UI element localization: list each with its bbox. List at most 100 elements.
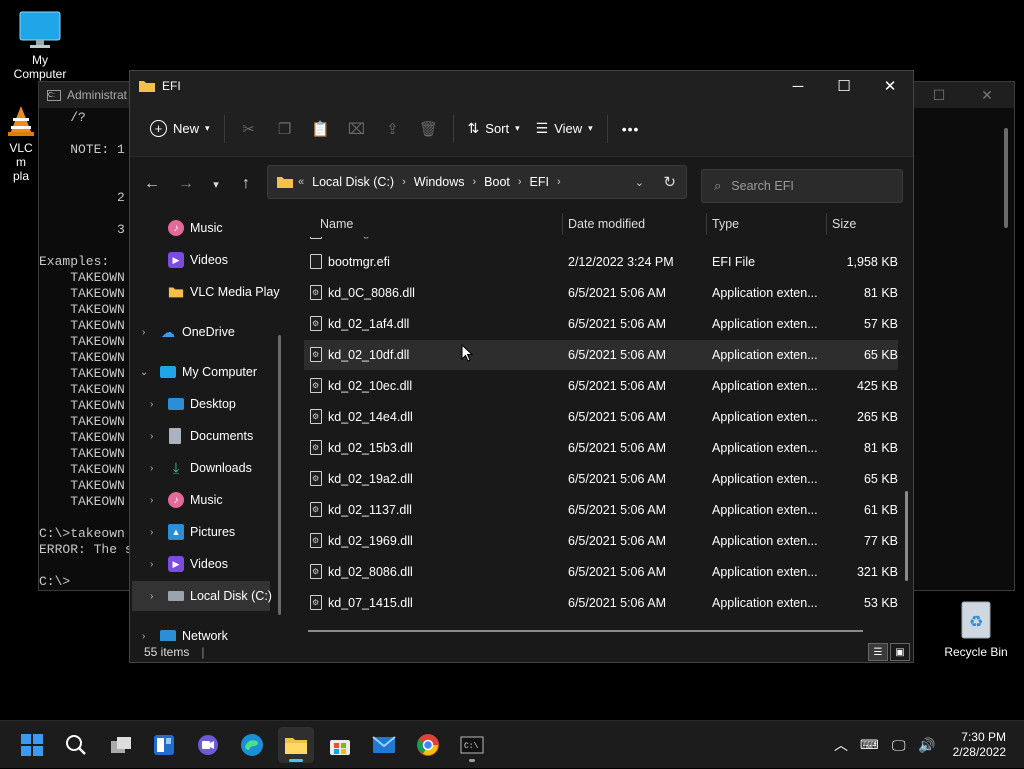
explorer-titlebar[interactable]: EFI ─ ☐ ✕ [130,71,913,101]
back-button[interactable]: ← [138,171,166,197]
copy-button[interactable]: ❐ [267,111,303,147]
task-view-button[interactable] [103,727,139,763]
paste-button[interactable]: 📋 [303,111,339,147]
breadcrumb-windows[interactable]: Windows [414,175,465,189]
refresh-icon[interactable]: ↻ [663,173,676,191]
nav-item-my-computer[interactable]: ⌄ My Computer [130,357,282,387]
chevron-down-icon[interactable]: ⌄ [140,367,148,378]
start-button[interactable] [14,727,50,763]
console-scrollbar[interactable] [1004,128,1008,228]
view-button[interactable]: ☰ View ▾ [528,111,601,147]
chat-button[interactable] [190,727,226,763]
vertical-scrollbar[interactable] [905,491,908,581]
keyboard-button[interactable]: ⌨ [860,721,879,769]
table-row[interactable]: kd_02_1137.dll 6/5/2021 5:06 AM Applicatio… [304,495,898,525]
share-button[interactable]: ⇪ [375,111,411,147]
nav-item-vlc[interactable]: VLC Media Play [130,277,282,307]
address-dropdown-icon[interactable]: ⌄ [635,176,644,189]
table-row[interactable]: kd_02_1af4.dll 6/5/2021 5:06 AM Applicatio… [304,309,898,339]
widgets-button[interactable] [146,727,182,763]
chevron-right-icon[interactable]: › [150,559,153,570]
horizontal-scrollbar[interactable] [308,630,863,632]
volume-button[interactable]: 🔊 [918,721,935,769]
desktop-icon-recycle-bin[interactable]: ♻ Recycle Bin [940,598,1012,659]
rename-button[interactable]: ⌧ [339,111,375,147]
chevron-right-icon[interactable]: › [402,176,406,188]
store-button[interactable] [322,727,358,763]
file-list[interactable]: ⌃ Name Date modified Type Size bootmgfw.… [290,211,913,641]
minimize-button[interactable]: ─ [775,71,821,101]
chevron-right-icon[interactable]: › [150,527,153,538]
nav-item-music[interactable]: ♪ Music [130,213,282,243]
chevron-right-icon[interactable]: › [150,591,153,602]
network-button[interactable]: 🖵 [892,721,906,769]
new-button[interactable]: + New ▾ [142,111,218,147]
table-row[interactable]: kd_02_1969.dll 6/5/2021 5:06 AM Applicatio… [304,526,898,556]
see-more-button[interactable]: ••• [614,111,648,147]
nav-item-network[interactable]: › Network [130,621,282,641]
nav-item-onedrive[interactable]: › ☁ OneDrive [130,317,282,347]
breadcrumb-local-disk[interactable]: Local Disk (C:) [312,175,394,189]
chrome-button[interactable] [410,727,446,763]
breadcrumb-boot[interactable]: Boot [484,175,510,189]
chevron-right-icon[interactable]: › [150,431,153,442]
column-header-name[interactable]: Name [320,217,353,231]
nav-item-videos[interactable]: ▶ Videos [130,245,282,275]
column-header-type[interactable]: Type [712,217,739,231]
table-row[interactable]: kd_02_8086.dll 6/5/2021 5:06 AM Applicatio… [304,557,898,587]
nav-item-pictures[interactable]: › ▲ Pictures [130,517,282,547]
up-button[interactable]: ↑ [232,171,260,197]
chevron-right-icon[interactable]: › [472,176,476,188]
nav-item-desktop[interactable]: › Desktop [130,389,282,419]
maximize-button[interactable]: ☐ [916,82,962,108]
table-row[interactable]: kd_07_1415.dll 6/5/2021 5:06 AM Applicatio… [304,588,898,618]
tiles-view-button[interactable]: ▣ [890,643,910,661]
table-row[interactable]: kd_02_10ec.dll 6/5/2021 5:06 AM Applicatio… [304,371,898,401]
nav-item-videos[interactable]: › ▶ Videos [130,549,282,579]
edge-button[interactable] [234,727,270,763]
mail-button[interactable] [366,727,402,763]
file-explorer-button[interactable] [278,727,314,763]
breadcrumb-efi[interactable]: EFI [530,175,549,189]
chevron-right-icon[interactable]: › [150,463,153,474]
clock[interactable]: 7:30 PM 2/28/2022 [953,730,1006,760]
nav-item-documents[interactable]: › Documents [130,421,282,451]
table-row[interactable]: kd_02_10df.dll 6/5/2021 5:06 AM Applicatio… [304,340,898,370]
forward-button[interactable]: → [172,171,200,197]
table-row[interactable]: kd_02_14e4.dll 6/5/2021 5:06 AM Applicatio… [304,402,898,432]
cut-button[interactable]: ✂ [231,111,267,147]
chevron-right-icon[interactable]: › [557,176,561,188]
search-button[interactable] [58,727,94,763]
desktop-icon-vlc[interactable]: VLC m pla [4,104,38,183]
table-row[interactable]: bootmgfw.efi [304,237,898,247]
chevron-right-icon[interactable]: › [142,631,145,642]
table-row[interactable]: bootmgr.efi 2/12/2022 3:24 PM EFI File 1,95… [304,247,898,277]
table-row[interactable]: kd_0C_8086.dll 6/5/2021 5:06 AM Applicatio… [304,278,898,308]
column-divider[interactable] [562,213,563,235]
sort-button[interactable]: ⇅ Sort ▾ [460,111,528,147]
nav-item-music[interactable]: › ♪ Music [130,485,282,515]
search-box[interactable]: ⌕ Search EFI [701,169,903,203]
chevron-right-icon[interactable]: › [518,176,522,188]
column-divider[interactable] [826,213,827,235]
close-button[interactable]: ✕ [867,71,913,101]
desktop-icon-my-computer[interactable]: My Computer [4,10,76,81]
chevron-right-icon[interactable]: › [150,399,153,410]
nav-pane-scrollbar[interactable] [278,335,281,615]
column-divider[interactable] [706,213,707,235]
navigation-pane[interactable]: ♪ Music ▶ Videos VLC Media Play › ☁ OneD… [130,211,282,641]
close-button[interactable]: ✕ [964,82,1010,108]
terminal-button[interactable]: C:\ [454,727,490,763]
file-explorer-window[interactable]: EFI ─ ☐ ✕ + New ▾ ✂ ❐ 📋 ⌧ ⇪ 🗑 ⇅ Sort ▾ ☰… [129,70,914,663]
column-header-date[interactable]: Date modified [568,217,645,231]
tray-overflow-button[interactable]: ︿ [834,721,848,769]
delete-button[interactable]: 🗑 [411,111,447,147]
breadcrumb-overflow[interactable]: « [298,176,304,188]
table-row[interactable]: kd_02_15b3.dll 6/5/2021 5:06 AM Applicatio… [304,433,898,463]
address-bar[interactable]: « Local Disk (C:) › Windows › Boot › EFI… [267,165,687,199]
table-row[interactable]: kd_02_19a2.dll 6/5/2021 5:06 AM Applicatio… [304,464,898,494]
nav-item-downloads[interactable]: › ⤓ Downloads [130,453,282,483]
chevron-right-icon[interactable]: › [142,327,145,338]
chevron-right-icon[interactable]: › [150,495,153,506]
details-view-button[interactable]: ☰ [868,643,888,661]
